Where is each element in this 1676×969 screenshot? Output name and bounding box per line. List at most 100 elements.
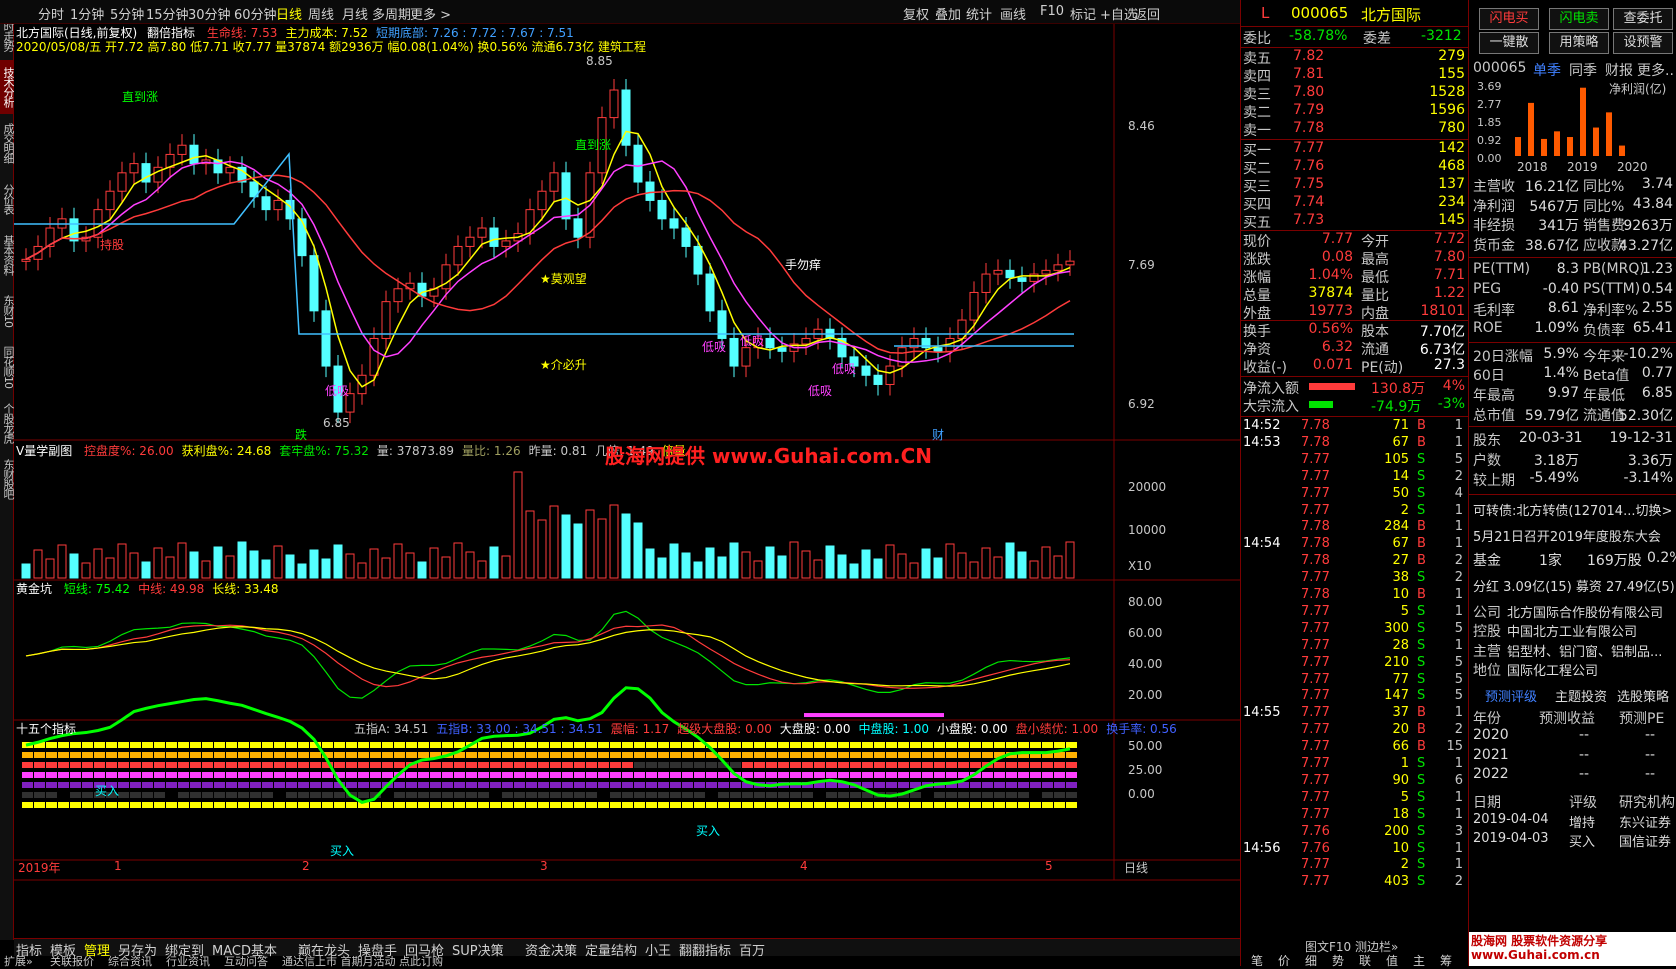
tool-7[interactable]: 返回	[1134, 4, 1160, 23]
period-tab-7[interactable]: 周线	[308, 4, 334, 23]
status-item-5[interactable]: 通达信上市 首期月活动 点此订购	[282, 953, 443, 969]
candle	[693, 245, 703, 275]
volume-bar	[381, 557, 391, 579]
tool-2[interactable]: 统计	[966, 4, 992, 23]
status-item-2[interactable]: 综合资讯	[108, 953, 152, 969]
value-0: 短线: 75.42	[63, 582, 131, 596]
status-item-3[interactable]: 行业资讯	[166, 953, 210, 969]
band-cell	[82, 772, 93, 778]
company-value: 北方国际合作股份有限公司	[1507, 605, 1664, 621]
quote-tab-2[interactable]: 细	[1305, 952, 1317, 969]
forecast-head-1: 预测收益	[1539, 710, 1595, 727]
volume-bar	[261, 559, 271, 579]
band-cell	[418, 772, 429, 778]
volume-bar	[765, 546, 775, 579]
fin-row-9: 60日 1.4% Beta值 0.77	[1469, 365, 1676, 385]
status-item-1[interactable]: 关联报价	[50, 953, 94, 969]
period-tab-5[interactable]: 60分钟	[234, 4, 277, 23]
tool-5[interactable]: 标记	[1070, 4, 1096, 23]
band-cell	[934, 742, 945, 748]
period-tab-0[interactable]: 分时	[38, 4, 64, 23]
band-cell	[250, 802, 261, 808]
quote-tab-3[interactable]: 势	[1332, 952, 1344, 969]
quote-tab-5[interactable]: 值	[1386, 952, 1398, 969]
band-cell	[814, 772, 825, 778]
band-cell	[562, 802, 573, 808]
fin-label: 户数	[1473, 453, 1501, 470]
band-cell	[262, 752, 273, 758]
tool-0[interactable]: 复权	[903, 4, 929, 23]
period-tab-8[interactable]: 月线	[342, 4, 368, 23]
period-tab-1[interactable]: 1分钟	[70, 4, 104, 23]
period-tab-2[interactable]: 5分钟	[110, 4, 144, 23]
quote-tab-0[interactable]: 笔	[1251, 952, 1263, 969]
stats2-row-2: 收益(-) 0.071 PE(动) 27.3	[1241, 357, 1469, 376]
nav-2[interactable]: 成交明细	[0, 116, 15, 170]
nav-4[interactable]: 基本资料	[0, 228, 15, 282]
chart-annotation-10: 低吸	[808, 384, 833, 398]
candle	[777, 347, 787, 352]
nav-8[interactable]: 东财股吧	[0, 452, 15, 506]
tick-side: S	[1417, 840, 1426, 856]
period-tab-3[interactable]: 15分钟	[146, 4, 189, 23]
rating-cell: 东兴证券	[1619, 815, 1672, 831]
tool-6[interactable]: +自选	[1100, 4, 1137, 23]
nav-3[interactable]: 分价表	[0, 172, 15, 226]
quote-tab-4[interactable]: 联	[1359, 952, 1371, 969]
band-cell	[826, 772, 837, 778]
tick-side: S	[1417, 772, 1426, 788]
period-tab-9[interactable]: 多周期	[372, 4, 411, 23]
fin-row-8: 20日涨幅 5.9% 今年来 -10.2%	[1469, 346, 1676, 366]
period-tab-10[interactable]: 更多 >	[410, 4, 451, 23]
nav-7[interactable]: 个股龙虎	[0, 396, 15, 450]
band-cell	[370, 782, 381, 788]
band-cell	[634, 782, 645, 788]
quote-tab-6[interactable]: 主	[1413, 952, 1425, 969]
tool-1[interactable]: 叠加	[935, 4, 961, 23]
forecast-tab-0[interactable]: 预测评级	[1485, 686, 1537, 705]
period-tab-6[interactable]: 日线	[276, 4, 302, 23]
tick-row: 7.77 66 B 15	[1241, 739, 1469, 757]
fifteen-title[interactable]: 十五个指标	[16, 722, 76, 736]
volume-bar	[393, 543, 403, 579]
band-cell	[154, 762, 165, 768]
forecast-tab-2[interactable]: 选股策略	[1617, 686, 1669, 705]
band-cell	[286, 802, 297, 808]
nav-1[interactable]: 技术分析	[0, 60, 15, 114]
nav-5[interactable]: 东财10	[0, 284, 15, 338]
status-item-0[interactable]: 扩展»	[4, 953, 33, 969]
band-cell	[154, 752, 165, 758]
tick-count: 1	[1454, 806, 1463, 822]
band-cell	[118, 772, 129, 778]
band-cell	[58, 762, 69, 768]
gold-title[interactable]: 黄金坑	[16, 582, 52, 596]
nav-6[interactable]: 同花顺10	[0, 340, 15, 394]
volume-bar	[21, 563, 31, 579]
f10-link[interactable]: 图文F10 测边栏»	[1305, 938, 1398, 955]
vol-title[interactable]: V量学副图	[16, 444, 72, 458]
band-cell	[802, 742, 813, 748]
band-cell	[1030, 762, 1041, 768]
band-cell	[346, 782, 357, 788]
flow-value: -74.9万	[1371, 399, 1422, 415]
bond-info[interactable]: 可转债:北方转债(127014...切换>	[1473, 500, 1672, 519]
band-cell	[970, 752, 981, 758]
band-cell	[58, 802, 69, 808]
band-cell	[850, 752, 861, 758]
band-cell	[1042, 762, 1053, 768]
tool-3[interactable]: 画线	[1000, 4, 1026, 23]
period-tab-4[interactable]: 30分钟	[188, 4, 231, 23]
quote-tab-7[interactable]: 筹	[1440, 952, 1452, 969]
period-label[interactable]: 日线	[1124, 859, 1148, 876]
band-cell	[874, 742, 885, 748]
band-cell	[274, 772, 285, 778]
band-cell	[574, 792, 585, 798]
quote-tab-1[interactable]: 价	[1278, 952, 1290, 969]
band-cell	[1006, 742, 1017, 748]
tick-row: 14:53 7.78 67 B 1	[1241, 435, 1469, 453]
forecast-tab-1[interactable]: 主题投资	[1555, 686, 1607, 705]
candle	[981, 273, 991, 293]
status-item-4[interactable]: 互动问答	[224, 953, 268, 969]
tool-4[interactable]: F10	[1040, 4, 1064, 19]
band-cell	[166, 802, 177, 808]
